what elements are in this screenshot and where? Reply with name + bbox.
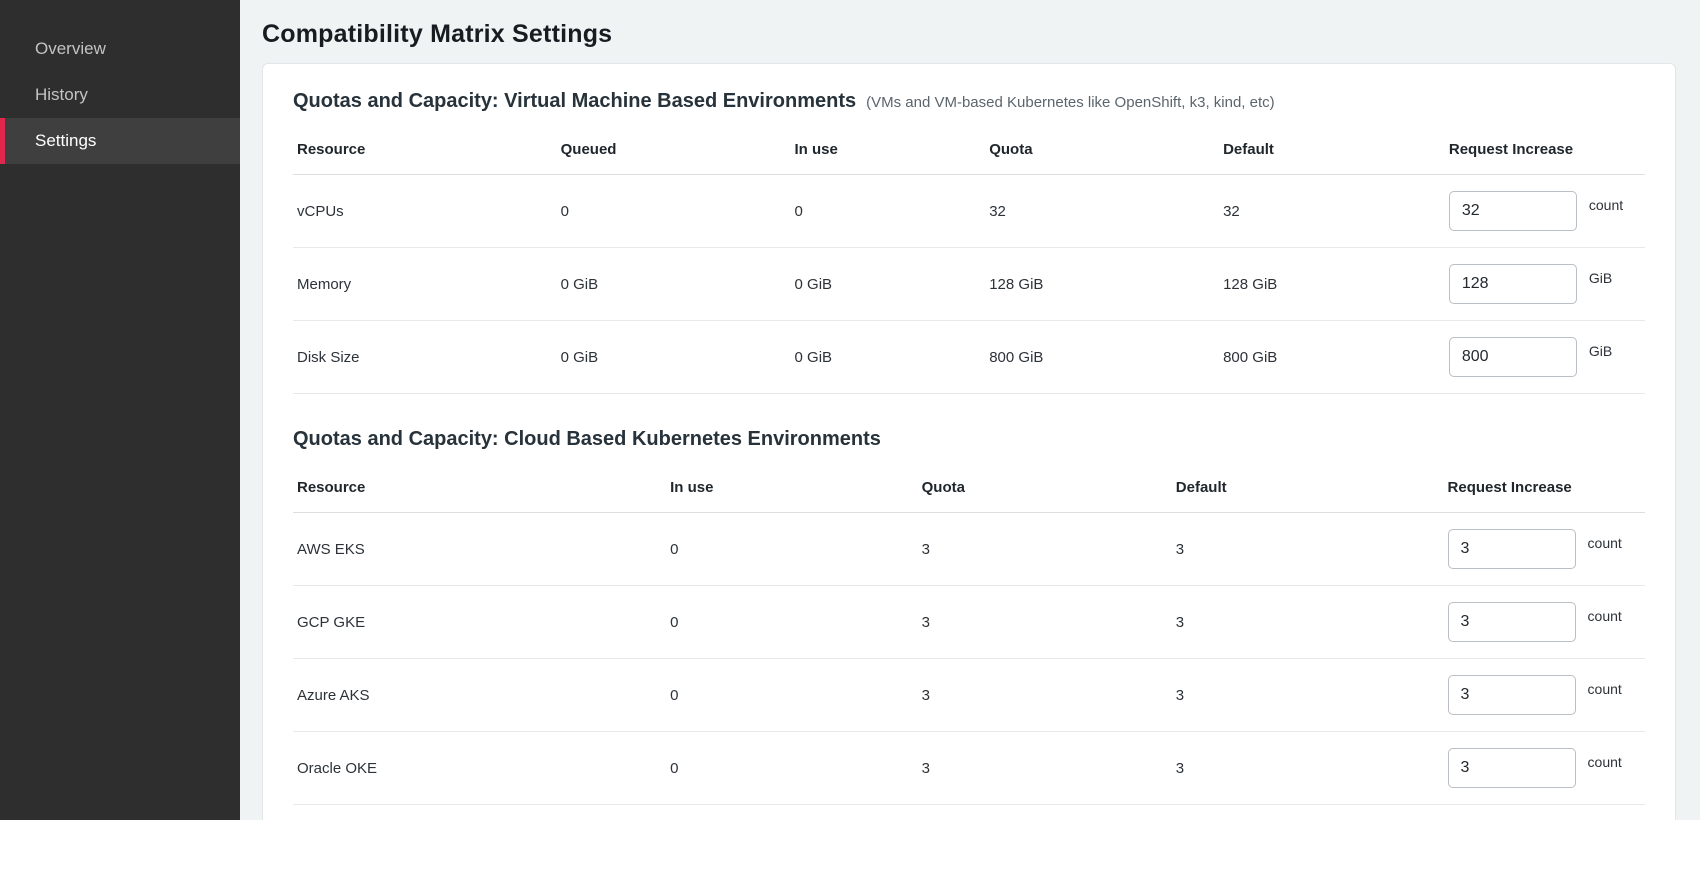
queued-cell: 0 GiB [557, 248, 791, 321]
k8s-table-header-row: Resource In use Quota Default Request In… [293, 465, 1645, 513]
resource-cell: Azure AKS [293, 659, 666, 732]
app-window: Overview History Settings Compatibility … [0, 0, 1700, 820]
column-header: Resource [293, 465, 666, 513]
unit-label: count [1588, 681, 1622, 697]
unit-label: count [1588, 535, 1622, 551]
vm-section-subtitle: (VMs and VM-based Kubernetes like OpenSh… [866, 94, 1275, 111]
vm-table-body: vCPUs 0 0 32 32 count Memory 0 GiB 0 GiB… [293, 175, 1645, 394]
page-title: Compatibility Matrix Settings [240, 0, 1700, 63]
request-increase-cell: count [1444, 513, 1645, 586]
in-use-cell: 0 [791, 175, 986, 248]
column-header: Default [1219, 127, 1445, 175]
table-row: vCPUs 0 0 32 32 count [293, 175, 1645, 248]
settings-card: Quotas and Capacity: Virtual Machine Bas… [262, 63, 1676, 820]
default-cell: 128 GiB [1219, 248, 1445, 321]
quota-cell: 3 [918, 586, 1172, 659]
request-increase-input[interactable] [1448, 675, 1576, 715]
request-increase-cell: count [1445, 175, 1645, 248]
default-cell: 3 [1172, 732, 1444, 805]
sidebar-item-history[interactable]: History [0, 72, 240, 118]
quota-cell: 3 [918, 513, 1172, 586]
table-row: Oracle OKE 0 3 3 count [293, 732, 1645, 805]
default-cell: 3 [1172, 513, 1444, 586]
request-increase-cell: count [1444, 732, 1645, 805]
request-increase-input[interactable] [1449, 337, 1577, 377]
sidebar: Overview History Settings [0, 0, 240, 820]
main-content: Compatibility Matrix Settings Quotas and… [240, 0, 1700, 820]
unit-label: count [1588, 754, 1622, 770]
request-increase-input[interactable] [1449, 191, 1577, 231]
quota-cell: 128 GiB [985, 248, 1219, 321]
request-increase-cell: GiB [1445, 248, 1645, 321]
request-increase-input[interactable] [1448, 602, 1576, 642]
request-increase-cell: count [1444, 659, 1645, 732]
column-header: Request Increase [1445, 127, 1645, 175]
resource-cell: Oracle OKE [293, 732, 666, 805]
in-use-cell: 0 GiB [791, 321, 986, 394]
unit-label: count [1589, 197, 1623, 213]
default-cell: 800 GiB [1219, 321, 1445, 394]
column-header: In use [791, 127, 986, 175]
table-row: Memory 0 GiB 0 GiB 128 GiB 128 GiB GiB [293, 248, 1645, 321]
column-header: Resource [293, 127, 557, 175]
table-row: GCP GKE 0 3 3 count [293, 586, 1645, 659]
resource-cell: Disk Size [293, 321, 557, 394]
default-cell: 3 [1172, 659, 1444, 732]
in-use-cell: 0 GiB [791, 248, 986, 321]
k8s-quota-table: Resource In use Quota Default Request In… [293, 465, 1645, 805]
table-row: Azure AKS 0 3 3 count [293, 659, 1645, 732]
in-use-cell: 0 [666, 586, 917, 659]
column-header: Queued [557, 127, 791, 175]
request-increase-input[interactable] [1449, 264, 1577, 304]
default-cell: 3 [1172, 586, 1444, 659]
vm-table-header-row: Resource Queued In use Quota Default Req… [293, 127, 1645, 175]
column-header: Quota [918, 465, 1172, 513]
vm-quota-table: Resource Queued In use Quota Default Req… [293, 127, 1645, 394]
unit-label: count [1588, 608, 1622, 624]
column-header: Default [1172, 465, 1444, 513]
unit-label: GiB [1589, 270, 1612, 286]
vm-section-title: Quotas and Capacity: Virtual Machine Bas… [293, 90, 856, 113]
resource-cell: vCPUs [293, 175, 557, 248]
sidebar-item-settings[interactable]: Settings [0, 118, 240, 164]
request-increase-input[interactable] [1448, 748, 1576, 788]
table-row: Disk Size 0 GiB 0 GiB 800 GiB 800 GiB Gi… [293, 321, 1645, 394]
quota-cell: 3 [918, 659, 1172, 732]
in-use-cell: 0 [666, 659, 917, 732]
resource-cell: Memory [293, 248, 557, 321]
column-header: Request Increase [1444, 465, 1645, 513]
default-cell: 32 [1219, 175, 1445, 248]
quota-cell: 32 [985, 175, 1219, 248]
k8s-section-title: Quotas and Capacity: Cloud Based Kuberne… [293, 428, 881, 451]
request-increase-input[interactable] [1448, 529, 1576, 569]
table-row: AWS EKS 0 3 3 count [293, 513, 1645, 586]
sidebar-item-overview[interactable]: Overview [0, 26, 240, 72]
in-use-cell: 0 [666, 732, 917, 805]
resource-cell: GCP GKE [293, 586, 666, 659]
resource-cell: AWS EKS [293, 513, 666, 586]
unit-label: GiB [1589, 343, 1612, 359]
page-bottom-whitespace [0, 820, 1700, 889]
queued-cell: 0 GiB [557, 321, 791, 394]
k8s-table-body: AWS EKS 0 3 3 count GCP GKE 0 3 3 count … [293, 513, 1645, 805]
queued-cell: 0 [557, 175, 791, 248]
column-header: In use [666, 465, 917, 513]
column-header: Quota [985, 127, 1219, 175]
quota-cell: 3 [918, 732, 1172, 805]
in-use-cell: 0 [666, 513, 917, 586]
request-increase-cell: GiB [1445, 321, 1645, 394]
quota-cell: 800 GiB [985, 321, 1219, 394]
request-increase-cell: count [1444, 586, 1645, 659]
